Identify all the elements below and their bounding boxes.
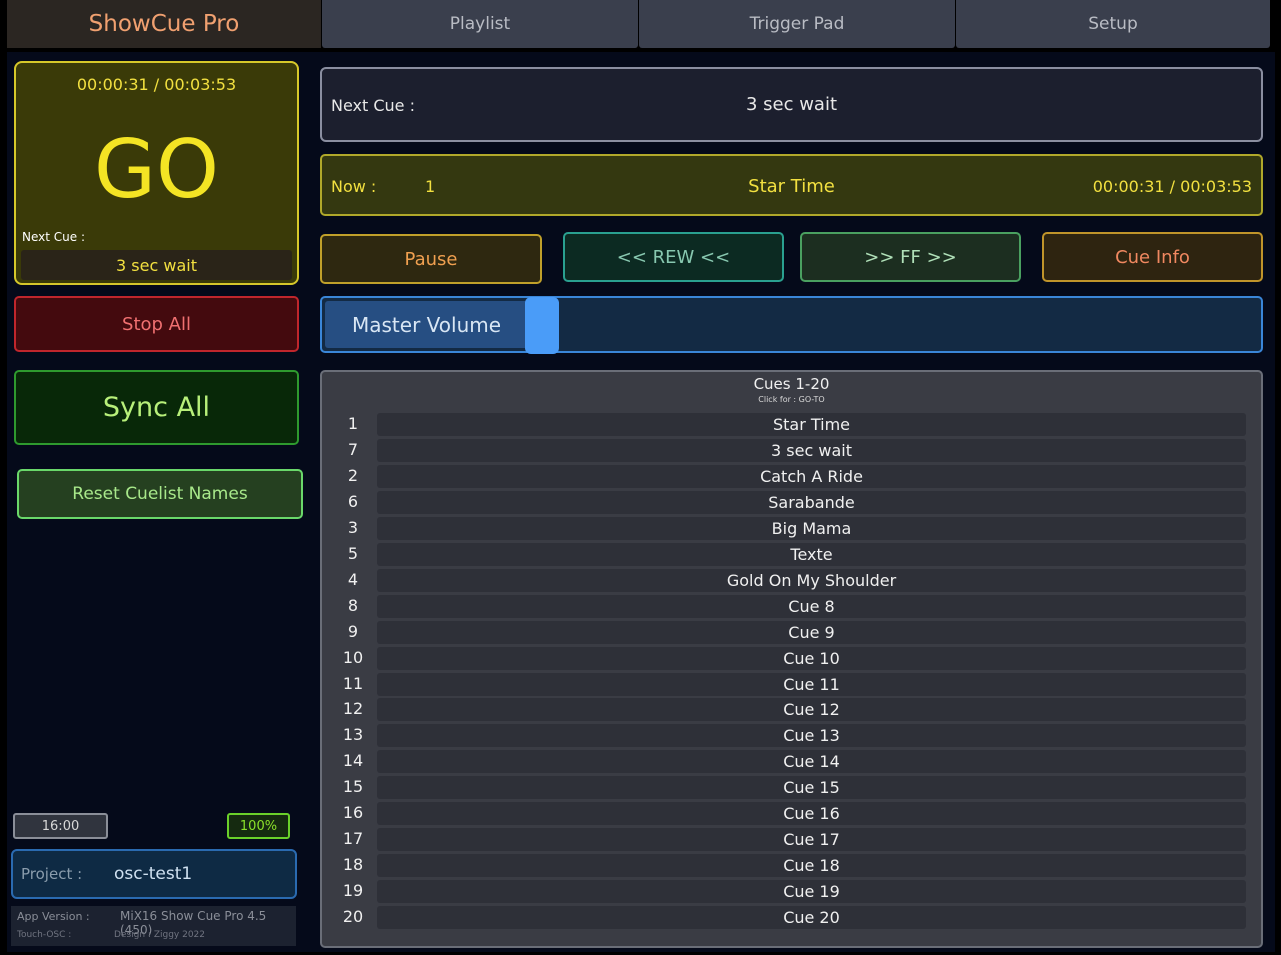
cue-row-number: 13 xyxy=(342,725,364,744)
cue-row-number: 7 xyxy=(347,440,359,459)
now-playing-panel: Star Time Now : 1 00:00:31 / 00:03:53 xyxy=(320,154,1263,216)
cue-row-name[interactable]: Cue 11 xyxy=(377,673,1246,696)
cue-row[interactable]: 8 Cue 8 xyxy=(322,595,1261,619)
cue-row-number: 4 xyxy=(347,570,359,589)
cue-row[interactable]: 12 Cue 12 xyxy=(322,698,1261,722)
go-next-cue-name: 3 sec wait xyxy=(21,250,292,280)
cue-row[interactable]: 20 Cue 20 xyxy=(322,906,1261,930)
cue-row[interactable]: 18 Cue 18 xyxy=(322,854,1261,878)
project-label: Project : xyxy=(21,865,83,883)
cue-row-number: 6 xyxy=(347,492,359,511)
cue-row[interactable]: 10 Cue 10 xyxy=(322,647,1261,671)
cue-info-button[interactable]: Cue Info xyxy=(1042,232,1263,282)
cue-row-name[interactable]: Cue 18 xyxy=(377,854,1246,877)
cue-row[interactable]: 1 Star Time xyxy=(322,413,1261,437)
cue-row[interactable]: 15 Cue 15 xyxy=(322,776,1261,800)
volume-handle[interactable] xyxy=(525,297,559,354)
now-time: 00:00:31 / 00:03:53 xyxy=(1092,177,1252,196)
project-name: osc-test1 xyxy=(114,864,193,884)
now-cue-number: 1 xyxy=(425,177,436,196)
cue-row[interactable]: 4 Gold On My Shoulder xyxy=(322,569,1261,593)
cue-row-name[interactable]: Cue 12 xyxy=(377,698,1246,721)
cue-row-name[interactable]: Cue 9 xyxy=(377,621,1246,644)
cue-row-name[interactable]: Star Time xyxy=(377,413,1246,436)
app-title: ShowCue Pro xyxy=(7,0,321,48)
sync-all-button[interactable]: Sync All xyxy=(14,370,299,445)
cue-row-name[interactable]: Cue 13 xyxy=(377,724,1246,747)
cue-row-name[interactable]: Gold On My Shoulder xyxy=(377,569,1246,592)
go-next-cue-label: Next Cue : xyxy=(22,230,85,244)
cue-row-name[interactable]: Catch A Ride xyxy=(377,465,1246,488)
cue-row-name[interactable]: 3 sec wait xyxy=(377,439,1246,462)
cue-row-number: 10 xyxy=(342,648,364,667)
now-label: Now : xyxy=(331,177,377,196)
master-volume-slider[interactable]: Master Volume xyxy=(320,296,1263,354)
platform-label: Touch-OSC : xyxy=(17,930,72,940)
cue-list: Cues 1-20 Click for : GO-TO 1 Star Time 7 3… xyxy=(320,370,1263,948)
rewind-button[interactable]: << REW << xyxy=(563,232,784,282)
next-cue-panel: 3 sec wait Next Cue : xyxy=(320,67,1263,142)
cue-row[interactable]: 6 Sarabande xyxy=(322,491,1261,515)
cue-row-name[interactable]: Cue 16 xyxy=(377,802,1246,825)
project-box: Project : osc-test1 xyxy=(11,849,297,899)
cue-row[interactable]: 5 Texte xyxy=(322,543,1261,567)
clock-display: 16:00 xyxy=(13,813,108,839)
cue-row-number: 17 xyxy=(342,829,364,848)
master-volume-label: Master Volume xyxy=(352,313,502,337)
app-version-label: App Version : xyxy=(17,910,90,923)
pause-button[interactable]: Pause xyxy=(320,234,542,284)
cue-list-title: Cues 1-20 xyxy=(753,375,830,393)
cue-row-name[interactable]: Sarabande xyxy=(377,491,1246,514)
cue-row[interactable]: 3 Big Mama xyxy=(322,517,1261,541)
cue-row-number: 5 xyxy=(347,544,359,563)
cue-row-number: 15 xyxy=(342,777,364,796)
cue-row[interactable]: 11 Cue 11 xyxy=(322,673,1261,697)
fast-forward-button[interactable]: >> FF >> xyxy=(800,232,1021,282)
version-info: App Version : MiX16 Show Cue Pro 4.5 (45… xyxy=(11,906,296,946)
tab-trigger-pad[interactable]: Trigger Pad xyxy=(639,0,955,48)
cue-row-number: 9 xyxy=(347,622,359,641)
cue-row-number: 16 xyxy=(342,803,364,822)
cue-row-name[interactable]: Cue 20 xyxy=(377,906,1246,929)
go-label: GO xyxy=(94,123,219,216)
cue-row-number: 2 xyxy=(347,466,359,485)
cue-row-number: 11 xyxy=(342,674,364,693)
go-button[interactable]: 00:00:31 / 00:03:53 GO Next Cue : 3 sec … xyxy=(14,61,299,285)
cue-row-name[interactable]: Cue 10 xyxy=(377,647,1246,670)
stop-all-button[interactable]: Stop All xyxy=(14,296,299,352)
cue-row[interactable]: 9 Cue 9 xyxy=(322,621,1261,645)
reset-cuelist-names-button[interactable]: Reset Cuelist Names xyxy=(17,469,303,519)
cue-row-number: 20 xyxy=(342,907,364,926)
battery-indicator: 100% xyxy=(227,813,290,839)
next-cue-label: Next Cue : xyxy=(331,96,415,115)
cue-row-number: 8 xyxy=(347,596,359,615)
cue-row-name[interactable]: Cue 8 xyxy=(377,595,1246,618)
cue-row[interactable]: 19 Cue 19 xyxy=(322,880,1261,904)
cue-row[interactable]: 16 Cue 16 xyxy=(322,802,1261,826)
cue-row-number: 19 xyxy=(342,881,364,900)
cue-row[interactable]: 7 3 sec wait xyxy=(322,439,1261,463)
cue-row[interactable]: 2 Catch A Ride xyxy=(322,465,1261,489)
cue-row-name[interactable]: Cue 14 xyxy=(377,750,1246,773)
cue-row-name[interactable]: Cue 17 xyxy=(377,828,1246,851)
cue-row-number: 1 xyxy=(347,414,359,433)
cue-row[interactable]: 13 Cue 13 xyxy=(322,724,1261,748)
cue-row[interactable]: 17 Cue 17 xyxy=(322,828,1261,852)
cue-row-name[interactable]: Big Mama xyxy=(377,517,1246,540)
cue-row-name[interactable]: Cue 19 xyxy=(377,880,1246,903)
cue-list-subtitle: Click for : GO-TO xyxy=(758,395,825,404)
cue-row-number: 14 xyxy=(342,751,364,770)
cue-row-number: 18 xyxy=(342,855,364,874)
tab-setup[interactable]: Setup xyxy=(956,0,1270,48)
cue-row-name[interactable]: Cue 15 xyxy=(377,776,1246,799)
design-credit: Design : Ziggy 2022 xyxy=(114,930,206,940)
next-cue-name: 3 sec wait xyxy=(745,94,838,115)
go-time: 00:00:31 / 00:03:53 xyxy=(76,75,237,94)
cue-row-name[interactable]: Texte xyxy=(377,543,1246,566)
cue-row-number: 3 xyxy=(347,518,359,537)
tab-playlist[interactable]: Playlist xyxy=(322,0,638,48)
cue-row[interactable]: 14 Cue 14 xyxy=(322,750,1261,774)
cue-row-number: 12 xyxy=(342,699,364,718)
